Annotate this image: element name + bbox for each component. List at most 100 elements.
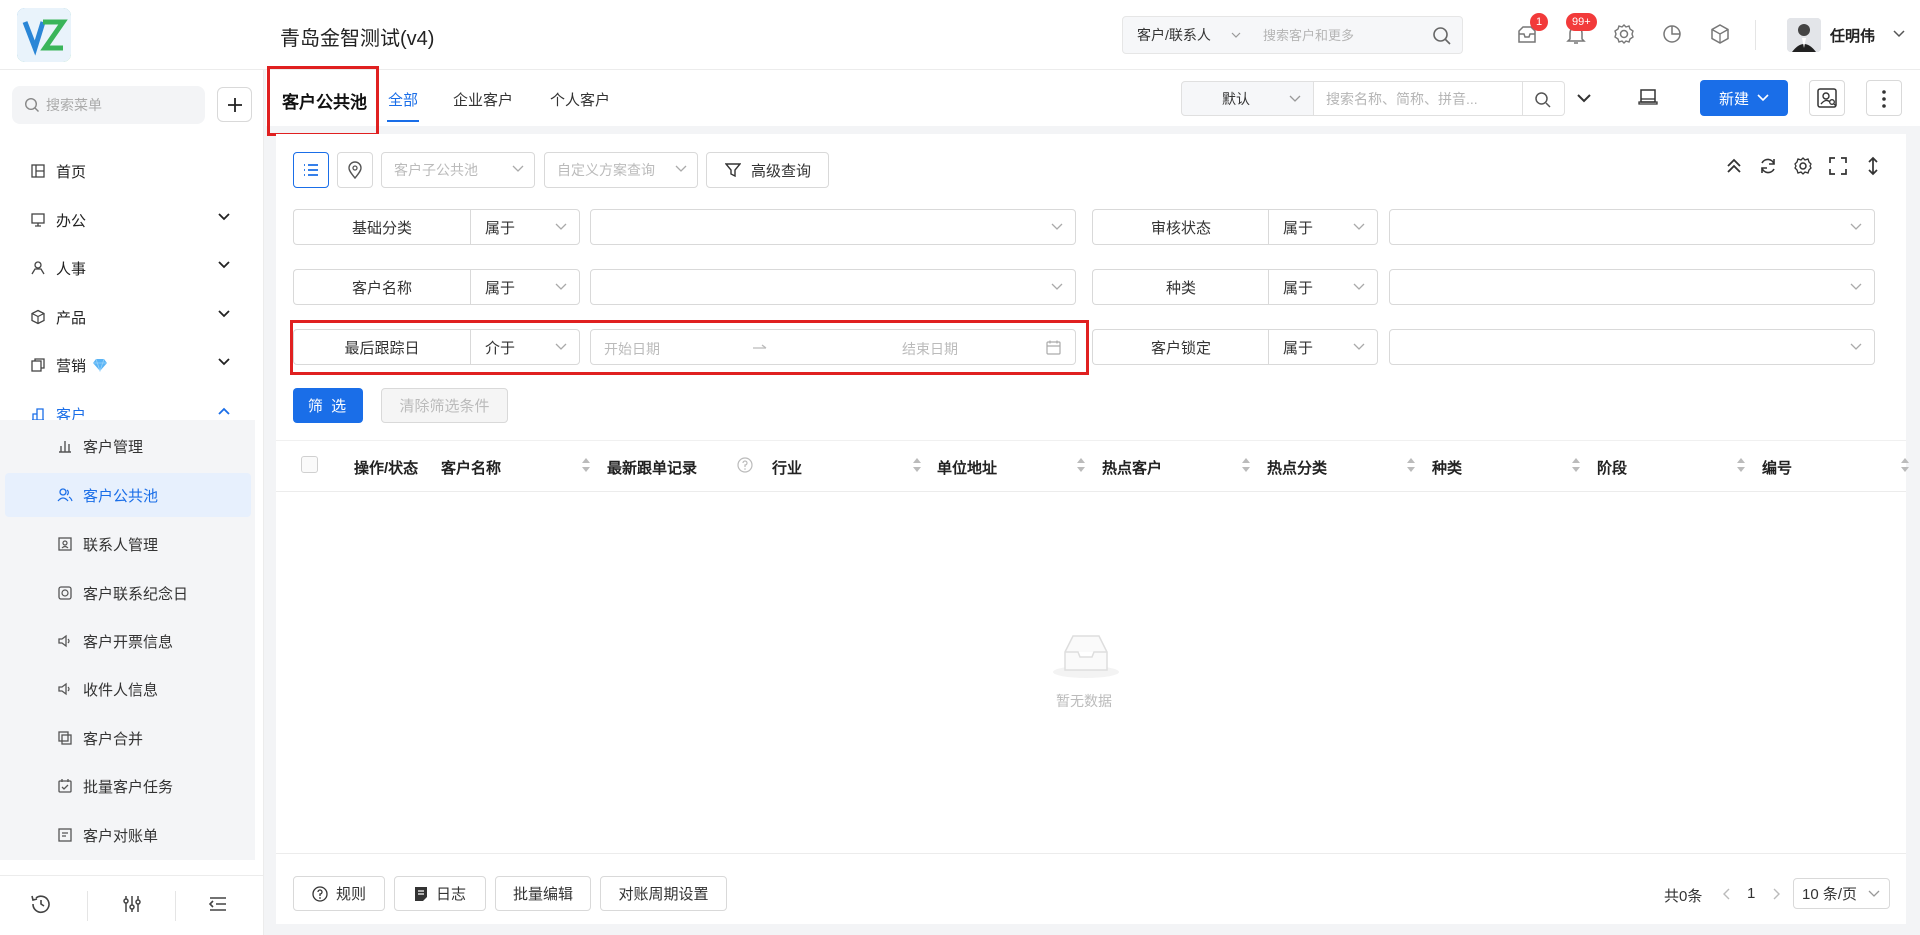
print-tray-icon[interactable] — [1638, 88, 1658, 106]
new-button[interactable]: 新建 — [1700, 80, 1788, 116]
tab-enterprise-customers[interactable]: 企业客户 — [453, 89, 513, 110]
chevron-down-icon — [1051, 223, 1063, 230]
sidebar-subitem-recipient[interactable]: 收件人信息 — [0, 667, 264, 711]
row-height-icon[interactable] — [1863, 156, 1883, 176]
column-header[interactable]: 种类 — [1432, 457, 1462, 478]
sidebar-subitem-merge[interactable]: 客户合并 — [0, 716, 264, 760]
filter-operator-label: 属于 — [1283, 219, 1314, 237]
column-header[interactable]: 行业 — [772, 457, 802, 478]
collapse-menu-icon[interactable] — [206, 892, 234, 920]
pie-chart-icon[interactable] — [1660, 22, 1684, 46]
column-header[interactable]: 单位地址 — [937, 457, 997, 478]
map-view-button[interactable] — [337, 152, 373, 188]
sidebar-subitem-batch-task[interactable]: 批量客户任务 — [0, 764, 264, 808]
sliders-icon[interactable] — [120, 892, 148, 920]
filter-operator-select[interactable]: 属于 — [470, 269, 580, 305]
tab-individual-customers[interactable]: 个人客户 — [550, 89, 610, 110]
batch-edit-button[interactable]: 批量编辑 — [495, 876, 591, 911]
column-settings-icon[interactable] — [1793, 156, 1813, 176]
list-search-input[interactable] — [1314, 82, 1484, 115]
menu-search-input[interactable] — [46, 97, 196, 113]
avatar[interactable] — [1787, 18, 1821, 52]
sort-icon[interactable] — [1406, 455, 1416, 475]
column-header[interactable]: 阶段 — [1597, 457, 1627, 478]
chevron-left-icon[interactable] — [1722, 888, 1730, 900]
chevron-up-icon — [218, 407, 230, 415]
username[interactable]: 任明伟 — [1830, 25, 1875, 46]
sidebar-subitem-customer-pool[interactable]: 客户公共池 — [5, 473, 251, 517]
list-view-button[interactable] — [293, 152, 329, 188]
user-search-icon — [1817, 88, 1837, 108]
expand-search-chevron-icon[interactable] — [1576, 92, 1592, 104]
advanced-query-button[interactable]: 高级查询 — [706, 152, 829, 188]
sidebar-subitem-customer-management[interactable]: 客户管理 — [0, 424, 264, 468]
list-search-button[interactable] — [1523, 81, 1565, 116]
fullscreen-icon[interactable] — [1828, 156, 1848, 176]
filter-value-customer-lock[interactable] — [1389, 329, 1875, 365]
empty-state-text: 暂无数据 — [1056, 693, 1112, 709]
page-size-select[interactable]: 10 条/页 — [1793, 878, 1890, 909]
column-header[interactable]: 操作/状态 — [354, 457, 418, 478]
select-all-checkbox[interactable] — [301, 456, 318, 473]
sidebar-item-hr[interactable]: 人事 — [0, 248, 264, 288]
filter-operator-label: 属于 — [1283, 279, 1314, 297]
sidebar-subitem-anniversary[interactable]: 客户联系纪念日 — [0, 571, 264, 615]
refresh-icon[interactable] — [1758, 156, 1778, 176]
statement-period-button[interactable]: 对账周期设置 — [600, 876, 727, 911]
cube-icon[interactable] — [1708, 22, 1732, 46]
log-button[interactable]: 日志 — [394, 876, 486, 911]
sort-icon[interactable] — [1900, 455, 1910, 475]
filter-value-review-status[interactable] — [1389, 209, 1875, 245]
global-search-input[interactable] — [1251, 17, 1411, 53]
filter-value-customer-name[interactable] — [590, 269, 1076, 305]
custom-query-select[interactable]: 自定义方案查询 — [544, 152, 698, 188]
sidebar-item-product[interactable]: 产品 — [0, 297, 264, 337]
sort-icon[interactable] — [912, 455, 922, 475]
sort-icon[interactable] — [1571, 455, 1581, 475]
sidebar-item-marketing[interactable]: 营销 — [0, 345, 264, 385]
column-header[interactable]: 最新跟单记录 — [607, 457, 697, 478]
gear-icon[interactable] — [1612, 22, 1636, 46]
search-icon[interactable] — [1432, 26, 1452, 46]
filter-operator-select[interactable]: 属于 — [1268, 209, 1378, 245]
column-header[interactable]: 热点客户 — [1102, 457, 1162, 478]
sort-icon[interactable] — [581, 455, 591, 475]
view-sort-select[interactable]: 默认 — [1181, 81, 1314, 116]
sidebar-item-label: 人事 — [56, 260, 87, 278]
filter-operator-select[interactable]: 属于 — [1268, 269, 1378, 305]
chevron-down-icon[interactable] — [1893, 30, 1905, 38]
sub-pool-select[interactable]: 客户子公共池 — [381, 152, 535, 188]
sidebar-subitem-invoice-info[interactable]: 客户开票信息 — [0, 619, 264, 663]
sidebar-subitem-label: 客户合并 — [83, 730, 144, 748]
history-icon[interactable] — [29, 892, 57, 920]
clear-filters-button[interactable]: 清除筛选条件 — [381, 388, 508, 423]
sort-icon[interactable] — [1736, 455, 1746, 475]
search-scope-select[interactable]: 客户/联系人 — [1122, 16, 1252, 54]
filter-operator-select[interactable]: 属于 — [1268, 329, 1378, 365]
more-options-button[interactable] — [1866, 80, 1902, 116]
sidebar-item-home[interactable]: 首页 — [0, 151, 264, 191]
filter-value-type[interactable] — [1389, 269, 1875, 305]
sort-icon[interactable] — [1241, 455, 1251, 475]
rules-button[interactable]: 规则 — [293, 876, 385, 911]
column-header[interactable]: 热点分类 — [1267, 457, 1327, 478]
sidebar-subitem-contacts[interactable]: 联系人管理 — [0, 522, 264, 566]
sort-icon[interactable] — [1076, 455, 1086, 475]
filter-label-customer-name: 客户名称 — [293, 269, 470, 305]
app-logo[interactable] — [17, 8, 71, 62]
help-circle-icon[interactable] — [737, 457, 753, 473]
tab-all[interactable]: 全部 — [388, 89, 418, 110]
add-menu-button[interactable] — [217, 87, 252, 122]
global-search-box — [1251, 16, 1463, 54]
sidebar-subitem-statement[interactable]: 客户对账单 — [0, 813, 264, 857]
column-header[interactable]: 客户名称 — [441, 457, 501, 478]
sidebar-item-office[interactable]: 办公 — [0, 200, 264, 240]
filter-operator-select[interactable]: 属于 — [470, 209, 580, 245]
collapse-up-icon[interactable] — [1724, 156, 1744, 176]
chevron-right-icon[interactable] — [1773, 888, 1781, 900]
column-header[interactable]: 编号 — [1762, 457, 1792, 478]
pagination-current-page[interactable]: 1 — [1747, 885, 1755, 902]
filter-value-basic-category[interactable] — [590, 209, 1076, 245]
user-search-button[interactable] — [1809, 80, 1845, 116]
filter-button[interactable]: 筛 选 — [293, 388, 363, 423]
